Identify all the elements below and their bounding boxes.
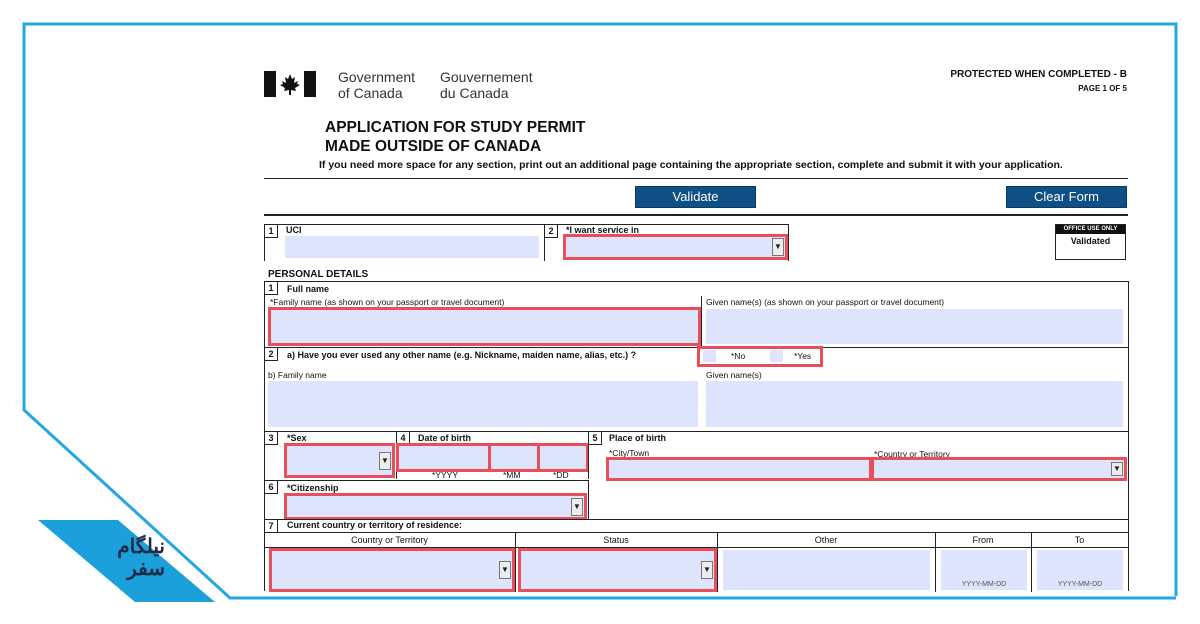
chevron-down-icon[interactable]: ▼	[1111, 462, 1123, 476]
uci-number: 1	[265, 225, 278, 238]
other-family-name-input[interactable]	[268, 381, 698, 427]
country-select[interactable]: ▼	[871, 457, 1127, 481]
dob-day-input[interactable]	[537, 443, 589, 472]
bottom-mask	[230, 596, 1200, 624]
yes-label: *Yes	[794, 351, 812, 361]
other-given-name-input[interactable]	[706, 381, 1123, 427]
col-from-header: From	[972, 535, 994, 545]
other-name-question: a) Have you ever used any other name (e.…	[287, 350, 637, 360]
no-label: *No	[731, 351, 746, 361]
protected-label: PROTECTED WHEN COMPLETED - B	[950, 69, 1127, 80]
country-label: *Country or Territory	[874, 449, 950, 459]
residence-header-top	[264, 532, 1128, 533]
city-input[interactable]	[606, 457, 872, 481]
name-col-divider	[701, 296, 702, 346]
dob-month-input[interactable]	[488, 443, 541, 472]
service-select[interactable]: ▼	[563, 234, 788, 260]
citizenship-label: *Citizenship	[287, 483, 339, 493]
col-country-header: Country or Territory	[351, 535, 428, 545]
q3-number: 3	[265, 432, 278, 445]
to-date-hint: YYYY-MM-DD	[1057, 581, 1103, 588]
yes-radio[interactable]	[770, 350, 783, 362]
q2-divider	[264, 347, 1128, 348]
citizenship-select[interactable]: ▼	[284, 493, 587, 520]
section-divider-top	[264, 214, 1128, 216]
dob-year-input[interactable]	[396, 443, 491, 472]
pob-label: Place of birth	[609, 433, 667, 443]
service-label: *I want service in	[566, 225, 640, 235]
given-name-input[interactable]	[706, 309, 1123, 344]
from-date-hint: YYYY-MM-DD	[961, 581, 1007, 588]
col-other-header: Other	[814, 535, 838, 545]
gov-en-line1: Government	[338, 69, 416, 85]
q1-number: 1	[265, 282, 278, 295]
uci-input[interactable]	[285, 236, 539, 258]
dob-year-hint: *YYYY	[432, 470, 458, 480]
gov-en-line2: of Canada	[338, 85, 403, 101]
sex-label: *Sex	[287, 433, 307, 443]
col-to-header: To	[1074, 535, 1085, 545]
form-note: If you need more space for any section, …	[319, 159, 1063, 171]
q6-divider	[264, 480, 588, 481]
service-number: 2	[545, 225, 558, 238]
given-name-label: Given name(s) (as shown on your passport…	[706, 297, 945, 307]
gov-fr-line1: Gouvernement	[440, 69, 533, 85]
q2-number: 2	[265, 348, 278, 361]
dob-month-hint: *MM	[503, 470, 521, 480]
q3-divider	[264, 431, 1128, 432]
chevron-down-icon[interactable]: ▼	[571, 497, 583, 516]
canada-flag-icon	[264, 71, 316, 97]
residence-country-select[interactable]: ▼	[269, 548, 515, 592]
no-radio[interactable]	[703, 350, 716, 362]
residence-from-input[interactable]: YYYY-MM-DD	[941, 550, 1027, 590]
q6-right-border	[588, 480, 589, 520]
residence-status-select[interactable]: ▼	[518, 548, 717, 592]
page-number: PAGE 1 OF 5	[1078, 84, 1127, 93]
sex-select[interactable]: ▼	[284, 443, 395, 478]
validate-button[interactable]: Validate	[635, 186, 756, 208]
office-use-value: Validated	[1070, 236, 1111, 246]
q4-number: 4	[397, 432, 410, 445]
residence-to-input[interactable]: YYYY-MM-DD	[1037, 550, 1123, 590]
gov-en: Government of Canada	[338, 69, 415, 101]
chevron-down-icon[interactable]: ▼	[379, 451, 391, 470]
form-title-line2: MADE OUTSIDE OF CANADA	[325, 138, 542, 155]
watermark-line2: سفر	[127, 558, 165, 580]
full-name-label: Full name	[287, 284, 330, 294]
watermark-line1: نیلگام	[117, 536, 165, 558]
family-name-label: *Family name (as shown on your passport …	[270, 297, 505, 307]
watermark-logo: نیلگام سفر	[85, 536, 165, 580]
gov-fr-line2: du Canada	[440, 85, 509, 101]
residence-header-bottom	[264, 547, 1128, 548]
dob-label: Date of birth	[418, 433, 471, 443]
chevron-down-icon[interactable]: ▼	[701, 561, 713, 579]
form-title-line1: APPLICATION FOR STUDY PERMIT	[325, 119, 586, 136]
form-right-border	[1128, 281, 1129, 591]
chevron-down-icon[interactable]: ▼	[772, 238, 784, 256]
residence-other-input[interactable]	[723, 550, 930, 590]
city-label: *City/Town	[609, 448, 650, 458]
dob-day-hint: *DD	[553, 470, 569, 480]
gov-fr: Gouvernement du Canada	[440, 69, 533, 101]
personal-divider	[264, 281, 1128, 282]
other-family-name-label: b) Family name	[268, 370, 327, 380]
office-use-label: OFFICE USE ONLY	[1056, 225, 1125, 234]
chevron-down-icon[interactable]: ▼	[499, 561, 511, 579]
family-name-input[interactable]	[268, 307, 701, 346]
other-given-name-label: Given name(s)	[706, 370, 762, 380]
personal-details-heading: PERSONAL DETAILS	[268, 269, 369, 280]
uci-label: UCI	[286, 225, 302, 235]
q6-number: 6	[265, 481, 278, 494]
title-divider	[264, 178, 1128, 179]
q5-number: 5	[589, 432, 602, 445]
residence-label: Current country or territory of residenc…	[287, 520, 463, 530]
clear-form-button[interactable]: Clear Form	[1006, 186, 1127, 208]
col-status-header: Status	[603, 535, 629, 545]
